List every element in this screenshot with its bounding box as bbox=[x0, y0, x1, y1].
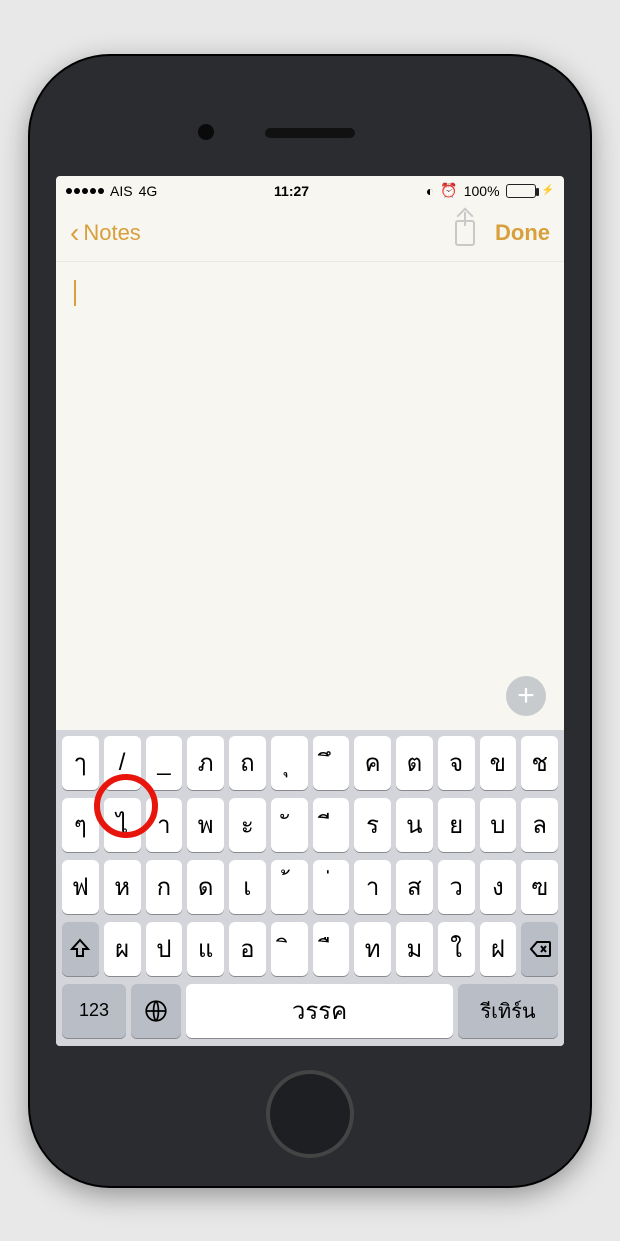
key-row4-4[interactable]: ิ bbox=[271, 922, 308, 976]
key-row-bottom: 123 วรรค รีเทิร์น bbox=[60, 984, 560, 1038]
battery-icon bbox=[506, 184, 536, 198]
thai-keyboard: ๅ/_ภถุึคตจขช ๆไำพะัีรนยบล ฟหกดเ้่าสวงฃ ผ… bbox=[56, 730, 564, 1046]
backspace-icon bbox=[528, 937, 552, 961]
key-row2-5[interactable]: ั bbox=[271, 798, 308, 852]
numbers-key[interactable]: 123 bbox=[62, 984, 126, 1038]
key-row1-9[interactable]: จ bbox=[438, 736, 475, 790]
back-label: Notes bbox=[83, 220, 140, 246]
key-row2-9[interactable]: ย bbox=[438, 798, 475, 852]
text-cursor bbox=[74, 280, 76, 306]
carrier-label: AIS bbox=[110, 183, 133, 199]
key-row1-8[interactable]: ต bbox=[396, 736, 433, 790]
key-row-2: ๆไำพะัีรนยบล bbox=[60, 798, 560, 852]
key-row3-0[interactable]: ฟ bbox=[62, 860, 99, 914]
iphone-frame: AIS 4G 11:27 ◐ ⏰ 100% ⚡ ‹ Notes Done bbox=[30, 56, 590, 1186]
key-row3-8[interactable]: ส bbox=[396, 860, 433, 914]
signal-dots-icon bbox=[66, 188, 104, 194]
key-row-4: ผปแอิืทมใฝ bbox=[60, 922, 560, 976]
add-button[interactable]: + bbox=[506, 676, 546, 716]
key-row2-1[interactable]: ไ bbox=[104, 798, 141, 852]
key-row1-5[interactable]: ุ bbox=[271, 736, 308, 790]
screen: AIS 4G 11:27 ◐ ⏰ 100% ⚡ ‹ Notes Done bbox=[56, 176, 564, 1046]
key-row2-4[interactable]: ะ bbox=[229, 798, 266, 852]
plus-icon: + bbox=[517, 681, 535, 711]
key-row3-1[interactable]: ห bbox=[104, 860, 141, 914]
globe-icon bbox=[143, 998, 169, 1024]
key-row1-6[interactable]: ึ bbox=[313, 736, 350, 790]
key-row1-7[interactable]: ค bbox=[354, 736, 391, 790]
key-row1-10[interactable]: ข bbox=[480, 736, 517, 790]
return-key[interactable]: รีเทิร์น bbox=[458, 984, 558, 1038]
key-row4-8[interactable]: ใ bbox=[438, 922, 475, 976]
key-row1-3[interactable]: ภ bbox=[187, 736, 224, 790]
share-icon[interactable] bbox=[455, 220, 475, 246]
key-row4-1[interactable]: ป bbox=[146, 922, 183, 976]
key-row3-4[interactable]: เ bbox=[229, 860, 266, 914]
key-row2-8[interactable]: น bbox=[396, 798, 433, 852]
note-editor[interactable]: + bbox=[56, 262, 564, 730]
key-row3-5[interactable]: ้ bbox=[271, 860, 308, 914]
alarm-icon: ⏰ bbox=[440, 182, 457, 199]
key-row1-4[interactable]: ถ bbox=[229, 736, 266, 790]
key-row1-1[interactable]: / bbox=[104, 736, 141, 790]
do-not-disturb-icon: ◐ bbox=[426, 183, 434, 199]
key-row4-2[interactable]: แ bbox=[187, 922, 224, 976]
backspace-key[interactable] bbox=[521, 922, 558, 976]
key-row4-0[interactable]: ผ bbox=[104, 922, 141, 976]
key-row1-11[interactable]: ช bbox=[521, 736, 558, 790]
key-row2-10[interactable]: บ bbox=[480, 798, 517, 852]
shift-key[interactable] bbox=[62, 922, 99, 976]
key-row2-2[interactable]: ำ bbox=[146, 798, 183, 852]
earpiece bbox=[265, 128, 355, 138]
status-bar: AIS 4G 11:27 ◐ ⏰ 100% ⚡ bbox=[56, 176, 564, 206]
key-row3-6[interactable]: ่ bbox=[313, 860, 350, 914]
space-key[interactable]: วรรค bbox=[186, 984, 453, 1038]
key-row4-9[interactable]: ฝ bbox=[480, 922, 517, 976]
key-row2-7[interactable]: ร bbox=[354, 798, 391, 852]
clock: 11:27 bbox=[274, 183, 309, 199]
key-row3-3[interactable]: ด bbox=[187, 860, 224, 914]
battery-pct: 100% bbox=[464, 183, 500, 199]
key-row1-0[interactable]: ๅ bbox=[62, 736, 99, 790]
key-row-3: ฟหกดเ้่าสวงฃ bbox=[60, 860, 560, 914]
key-row4-3[interactable]: อ bbox=[229, 922, 266, 976]
key-row2-6[interactable]: ี bbox=[313, 798, 350, 852]
charging-icon: ⚡ bbox=[542, 185, 554, 196]
key-row4-6[interactable]: ท bbox=[354, 922, 391, 976]
key-row-1: ๅ/_ภถุึคตจขช bbox=[60, 736, 560, 790]
front-camera bbox=[198, 124, 214, 140]
key-row3-10[interactable]: ง bbox=[480, 860, 517, 914]
key-row2-3[interactable]: พ bbox=[187, 798, 224, 852]
back-button[interactable]: ‹ Notes bbox=[70, 219, 141, 247]
key-row3-9[interactable]: ว bbox=[438, 860, 475, 914]
key-row3-2[interactable]: ก bbox=[146, 860, 183, 914]
key-row2-0[interactable]: ๆ bbox=[62, 798, 99, 852]
key-row2-11[interactable]: ล bbox=[521, 798, 558, 852]
home-button[interactable] bbox=[266, 1070, 354, 1158]
key-row4-5[interactable]: ื bbox=[313, 922, 350, 976]
shift-icon bbox=[68, 937, 92, 961]
done-button[interactable]: Done bbox=[495, 220, 550, 246]
nav-bar: ‹ Notes Done bbox=[56, 206, 564, 262]
network-label: 4G bbox=[139, 183, 158, 199]
chevron-left-icon: ‹ bbox=[70, 219, 79, 247]
key-row1-2[interactable]: _ bbox=[146, 736, 183, 790]
key-row4-7[interactable]: ม bbox=[396, 922, 433, 976]
globe-key[interactable] bbox=[131, 984, 181, 1038]
key-row3-7[interactable]: า bbox=[354, 860, 391, 914]
key-row3-11[interactable]: ฃ bbox=[521, 860, 558, 914]
